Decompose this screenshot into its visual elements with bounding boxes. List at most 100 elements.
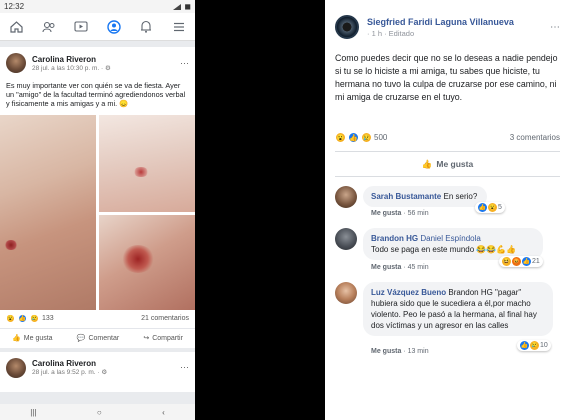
- watch-icon[interactable]: [73, 19, 89, 35]
- status-icons: ◼: [173, 2, 191, 11]
- divider-2: [335, 176, 560, 177]
- comment-footer: Me gusta · 13 min: [371, 348, 429, 355]
- post-meta: Siegfried Faridi Laguna Villanueva · 1 h…: [367, 17, 550, 38]
- status-bar: 12:32 ◼: [0, 0, 195, 13]
- comment-icon: 💬: [76, 335, 86, 343]
- like-button[interactable]: 👍 Me gusta: [325, 152, 570, 176]
- angry-reaction-icon: 😡: [512, 257, 521, 266]
- post-meta: Carolina Riveron 28 jul. a las 10:30 p. …: [32, 55, 180, 72]
- like-button[interactable]: 👍 Me gusta: [12, 334, 53, 343]
- comment-text: En serio?: [443, 192, 478, 201]
- post-actions: 👍 Me gusta 💬 Comentar ↪ Compartir: [0, 327, 195, 348]
- android-nav-bar: ||| ○ ‹: [0, 404, 195, 420]
- like-reaction-icon: 👍: [18, 314, 27, 324]
- facebook-top-nav: [0, 13, 195, 41]
- more-options-icon-2[interactable]: ⋯: [180, 362, 189, 373]
- commenter-avatar[interactable]: [335, 186, 357, 208]
- post-author[interactable]: Carolina Riveron: [32, 55, 180, 64]
- more-options-icon[interactable]: ⋯: [180, 58, 189, 69]
- comments-count[interactable]: 21 comentarios: [141, 315, 189, 322]
- comment-time[interactable]: 13 min: [408, 348, 429, 355]
- comment-reaction-count: 21: [532, 258, 540, 265]
- haha-reaction-icon: 😆: [502, 257, 511, 266]
- recent-apps-icon[interactable]: |||: [30, 408, 36, 417]
- signal-icon: [173, 3, 182, 10]
- post-header: Carolina Riveron 28 jul. a las 10:30 p. …: [0, 47, 195, 79]
- thumbs-up-icon: 👍: [421, 158, 433, 169]
- quoted-post: Siegfried Faridi Laguna Villanueva · 1 h…: [325, 0, 570, 420]
- wow-reaction-icon: 😮: [488, 203, 497, 212]
- comment-time[interactable]: 45 min: [408, 264, 429, 271]
- comment-bubble: Luz Vázquez Bueno Brandon HG "pagar" hub…: [363, 282, 553, 336]
- feed-post-2: Carolina Riveron 28 jul. a las 9:52 p. m…: [0, 351, 195, 392]
- avatar[interactable]: [6, 53, 26, 73]
- post-header-2: Carolina Riveron 28 jul. a las 9:52 p. m…: [0, 352, 195, 384]
- phone-screenshot: 12:32 ◼ Carolina Riveron 28 jul. a las 1…: [0, 0, 195, 420]
- like-label: Me gusta: [23, 334, 53, 342]
- reaction-count: 500: [374, 133, 388, 142]
- commenter-avatar[interactable]: [335, 228, 357, 250]
- sad-reaction-icon: 😢: [30, 314, 39, 324]
- wow-reaction-icon: 😮: [6, 314, 15, 324]
- post-text: Como puedes decir que no se lo deseas a …: [335, 53, 558, 102]
- reaction-summary: 😮 👍 😢 500 3 comentarios: [325, 132, 570, 143]
- comment-footer: Me gusta · 45 min: [371, 264, 429, 271]
- comment-reactions[interactable]: 👍 😢 10: [517, 340, 551, 351]
- commenter-avatar[interactable]: [335, 282, 357, 304]
- comment: Sarah Bustamante En serio? Me gusta · 56…: [335, 186, 565, 222]
- comment-mention[interactable]: Daniel Espíndola: [420, 234, 480, 243]
- share-label: Compartir: [152, 334, 183, 342]
- share-button[interactable]: ↪ Compartir: [143, 334, 183, 343]
- photo-injury-knee[interactable]: [99, 114, 195, 212]
- commenter-name[interactable]: Brandon HG: [371, 234, 418, 243]
- like-reaction-icon: 👍: [348, 132, 359, 143]
- status-time: 12:32: [4, 2, 25, 11]
- comment: Luz Vázquez Bueno Brandon HG "pagar" hub…: [335, 282, 565, 362]
- reaction-count-group[interactable]: 😮 👍 😢 500: [335, 132, 387, 143]
- post-timestamp-2[interactable]: 28 jul. a las 9:52 p. m. · ⚙: [32, 368, 180, 376]
- like-reaction-icon: 👍: [520, 341, 529, 350]
- more-options-icon[interactable]: ⋯: [550, 22, 560, 33]
- like-reaction-icon: 👍: [522, 257, 531, 266]
- feed-post: Carolina Riveron 28 jul. a las 10:30 p. …: [0, 47, 195, 348]
- comment-like-link[interactable]: Me gusta: [371, 210, 401, 217]
- comment-reactions[interactable]: 😆 😡 👍 21: [499, 256, 543, 267]
- home-button-icon[interactable]: ○: [97, 408, 102, 417]
- thumbs-up-icon: 👍: [12, 335, 21, 343]
- post-author[interactable]: Siegfried Faridi Laguna Villanueva: [367, 17, 550, 27]
- comment-reaction-count: 10: [540, 342, 548, 349]
- comment-like-link[interactable]: Me gusta: [371, 348, 401, 355]
- comment-reactions[interactable]: 👍 😮 5: [475, 202, 505, 213]
- author-avatar[interactable]: [335, 15, 359, 39]
- notifications-icon[interactable]: [138, 19, 154, 35]
- back-icon[interactable]: ‹: [162, 408, 165, 417]
- avatar-2[interactable]: [6, 357, 26, 378]
- profile-icon[interactable]: [106, 19, 122, 35]
- reaction-count: 133: [42, 315, 54, 323]
- comment: Brandon HG Daniel Espíndola Todo se paga…: [335, 228, 565, 276]
- photo-injury-wound[interactable]: [99, 214, 195, 310]
- post-timestamp[interactable]: 28 jul. a las 10:30 p. m. · ⚙: [32, 64, 180, 72]
- post-author-2[interactable]: Carolina Riveron: [32, 359, 180, 368]
- sad-reaction-icon: 😢: [361, 132, 372, 143]
- comment-time[interactable]: 56 min: [408, 210, 429, 217]
- comment-button[interactable]: 💬 Comentar: [76, 334, 119, 343]
- friends-icon[interactable]: [41, 19, 57, 35]
- comment-bubble: Sarah Bustamante En serio?: [363, 186, 487, 207]
- commenter-name[interactable]: Sarah Bustamante: [371, 192, 441, 201]
- photo-injury-arm[interactable]: [0, 114, 96, 310]
- menu-icon[interactable]: [171, 19, 187, 35]
- post-header: Siegfried Faridi Laguna Villanueva · 1 h…: [325, 0, 570, 44]
- post-timestamp[interactable]: · 1 h · Editado: [367, 29, 550, 38]
- comment-text: Todo se paga en este mundo 😂😂💪👍: [371, 245, 517, 254]
- post-meta-2: Carolina Riveron 28 jul. a las 9:52 p. m…: [32, 359, 180, 376]
- comments-count[interactable]: 3 comentarios: [510, 133, 560, 142]
- home-icon[interactable]: [8, 19, 24, 35]
- commenter-name[interactable]: Luz Vázquez Bueno: [371, 288, 446, 297]
- reaction-summary: 😮 👍 😢 133 21 comentarios: [0, 310, 195, 328]
- comment-footer: Me gusta · 56 min: [371, 210, 429, 217]
- comment-like-link[interactable]: Me gusta: [371, 264, 401, 271]
- reaction-count-group[interactable]: 😮 👍 😢 133: [6, 314, 54, 324]
- post-photos: [0, 114, 195, 310]
- screenshot-stage: 12:32 ◼ Carolina Riveron 28 jul. a las 1…: [0, 0, 570, 420]
